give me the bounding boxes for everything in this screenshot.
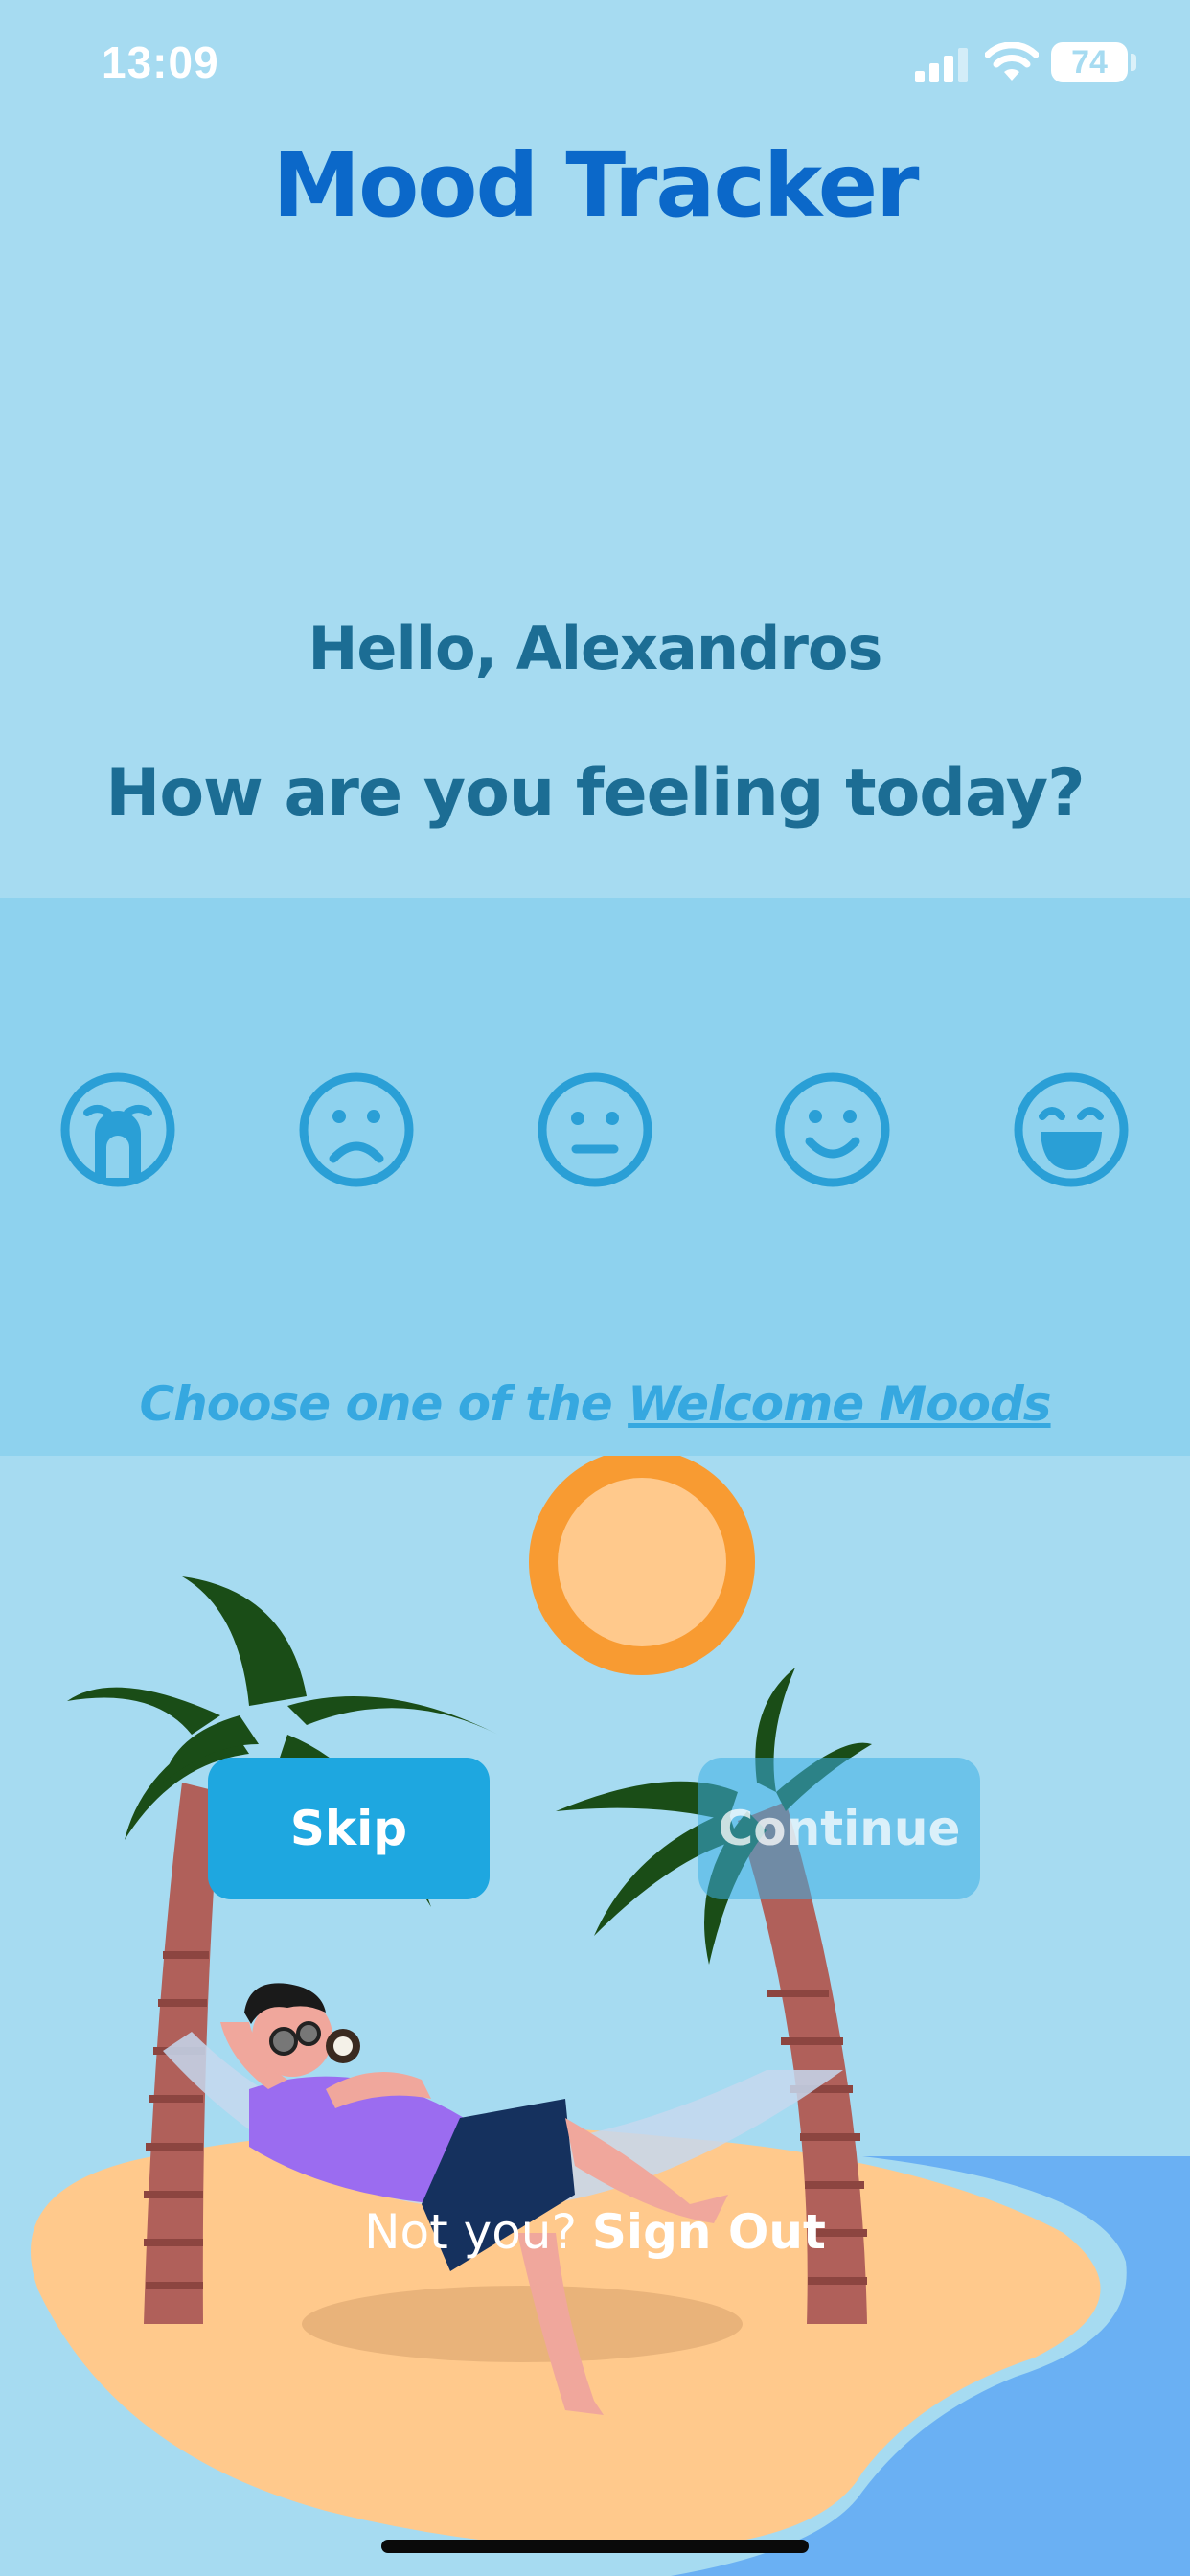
choose-prefix: Choose one of the [139, 1376, 629, 1432]
smiling-face-icon[interactable] [773, 1070, 892, 1189]
crying-face-icon[interactable] [58, 1070, 177, 1189]
continue-button[interactable]: Continue [698, 1758, 980, 1899]
beach-hammock-illustration [31, 1456, 1190, 2576]
grinning-face-icon[interactable] [1012, 1070, 1131, 1189]
battery-icon: 74 [1051, 42, 1128, 82]
signout-row: Not you? Sign Out [0, 2204, 1190, 2260]
status-time: 13:09 [102, 37, 219, 87]
status-bar: 13:09 74 [0, 0, 1190, 134]
battery-tip [1131, 54, 1136, 71]
neutral-face-icon[interactable] [536, 1070, 654, 1189]
greeting-hello: Hello, Alexandros [308, 613, 883, 683]
home-indicator[interactable] [381, 2540, 809, 2553]
sign-out-link[interactable]: Sign Out [592, 2204, 826, 2260]
cellular-signal-icon [915, 48, 968, 82]
frowning-face-icon[interactable] [297, 1070, 416, 1189]
choose-mood-prompt: Choose one of the Welcome Moods [0, 1376, 1190, 1432]
greeting-question: How are you feeling today? [105, 755, 1085, 831]
sun-graphic [529, 1456, 755, 1675]
not-you-label: Not you? [364, 2204, 578, 2260]
skip-button[interactable]: Skip [208, 1758, 490, 1899]
wifi-icon [985, 42, 1039, 80]
app-title: Mood Tracker [272, 134, 920, 237]
welcome-moods-link[interactable]: Welcome Moods [628, 1376, 1051, 1432]
